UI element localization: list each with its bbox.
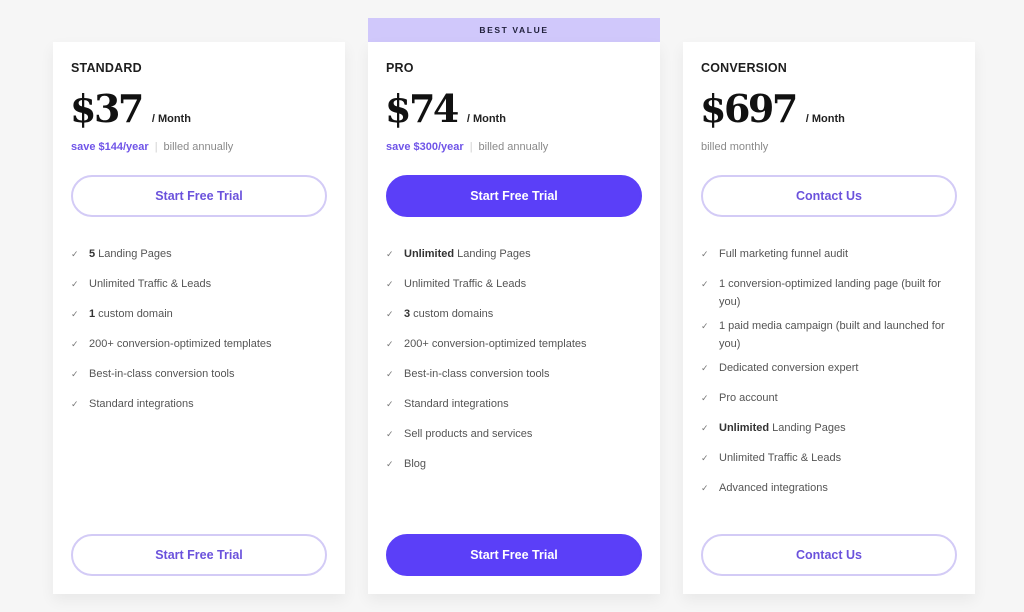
billing-info: billed monthly — [701, 141, 768, 153]
feature-list: ✓ Unlimited Landing Pages ✓ Unlimited Traf… — [386, 245, 642, 485]
contact-us-button-bottom[interactable]: Contact Us — [701, 534, 957, 576]
check-icon: ✓ — [701, 393, 709, 403]
savings-text: save $300/year — [386, 141, 464, 153]
feature-item: ✓ 5 Landing Pages — [71, 245, 327, 263]
feature-item: ✓ 1 paid media campaign (built and launch… — [701, 317, 957, 353]
plan-price: $74 — [385, 86, 459, 131]
check-icon: ✓ — [701, 423, 709, 433]
price-period: / Month — [151, 113, 191, 125]
price-period: / Month — [466, 113, 506, 125]
feature-item: ✓ Sell products and services — [386, 425, 642, 443]
feature-item: ✓ 200+ conversion-optimized templates — [386, 335, 642, 353]
check-icon: ✓ — [386, 369, 394, 379]
check-icon: ✓ — [71, 339, 79, 349]
check-icon: ✓ — [386, 279, 394, 289]
check-icon: ✓ — [701, 453, 709, 463]
feature-item: ✓ Full marketing funnel audit — [701, 245, 957, 263]
feature-item: ✓ 1 conversion-optimized landing page (bu… — [701, 275, 957, 311]
feature-item: ✓ Blog — [386, 455, 642, 473]
feature-item: ✓ 200+ conversion-optimized templates — [71, 335, 327, 353]
billing-text: billed annually — [163, 141, 234, 153]
feature-item: ✓ Pro account — [701, 389, 957, 407]
feature-item: ✓ Best-in-class conversion tools — [71, 365, 327, 383]
feature-item: ✓ Unlimited Landing Pages — [701, 419, 957, 437]
price-period: / Month — [805, 113, 845, 125]
price-row: $697 / Month — [700, 86, 845, 131]
check-icon: ✓ — [386, 429, 394, 439]
feature-item: ✓ 3 custom domains — [386, 305, 642, 323]
plan-card-conversion: CONVERSION $697 / Month billed monthly C… — [683, 42, 975, 594]
separator: | — [154, 141, 158, 153]
check-icon: ✓ — [386, 339, 394, 349]
separator: | — [469, 141, 473, 153]
price-row: $74 / Month — [385, 86, 506, 131]
check-icon: ✓ — [386, 459, 394, 469]
price-row: $37 / Month — [70, 86, 191, 131]
feature-list: ✓ Full marketing funnel audit ✓ 1 conversi… — [701, 245, 957, 509]
billing-text: billed monthly — [701, 141, 769, 153]
savings-text: save $144/year — [71, 141, 149, 153]
feature-item: ✓ Advanced integrations — [701, 479, 957, 497]
plan-price: $37 — [70, 86, 144, 131]
feature-item: ✓ Unlimited Landing Pages — [386, 245, 642, 263]
feature-item: ✓ Standard integrations — [386, 395, 642, 413]
start-free-trial-button[interactable]: Start Free Trial — [386, 175, 642, 217]
billing-info: save $144/year | billed annually — [71, 141, 233, 153]
contact-us-button[interactable]: Contact Us — [701, 175, 957, 217]
check-icon: ✓ — [71, 399, 79, 409]
check-icon: ✓ — [71, 279, 79, 289]
billing-info: save $300/year | billed annually — [386, 141, 548, 153]
feature-item: ✓ Standard integrations — [71, 395, 327, 413]
feature-item: ✓ Best-in-class conversion tools — [386, 365, 642, 383]
check-icon: ✓ — [386, 399, 394, 409]
best-value-badge: BEST VALUE — [368, 18, 660, 42]
plan-name: STANDARD — [71, 61, 142, 75]
check-icon: ✓ — [71, 249, 79, 259]
check-icon: ✓ — [701, 483, 709, 493]
feature-item: ✓ 1 custom domain — [71, 305, 327, 323]
start-free-trial-button-bottom[interactable]: Start Free Trial — [71, 534, 327, 576]
billing-text: billed annually — [478, 141, 549, 153]
check-icon: ✓ — [386, 309, 394, 319]
plan-name: PRO — [386, 61, 414, 75]
feature-item: ✓ Dedicated conversion expert — [701, 359, 957, 377]
feature-item: ✓ Unlimited Traffic & Leads — [71, 275, 327, 293]
plan-card-standard: STANDARD $37 / Month save $144/year | bill… — [53, 42, 345, 594]
check-icon: ✓ — [701, 279, 709, 289]
feature-list: ✓ 5 Landing Pages ✓ Unlimited Traffic & Le… — [71, 245, 327, 425]
feature-item: ✓ Unlimited Traffic & Leads — [386, 275, 642, 293]
check-icon: ✓ — [701, 321, 709, 331]
feature-item: ✓ Unlimited Traffic & Leads — [701, 449, 957, 467]
plan-card-pro: PRO $74 / Month save $300/year | billed an… — [368, 42, 660, 594]
check-icon: ✓ — [71, 369, 79, 379]
start-free-trial-button[interactable]: Start Free Trial — [71, 175, 327, 217]
start-free-trial-button-bottom[interactable]: Start Free Trial — [386, 534, 642, 576]
check-icon: ✓ — [71, 309, 79, 319]
check-icon: ✓ — [701, 363, 709, 373]
plan-price: $697 — [700, 86, 798, 131]
check-icon: ✓ — [701, 249, 709, 259]
plan-name: CONVERSION — [701, 61, 788, 75]
check-icon: ✓ — [386, 249, 394, 259]
